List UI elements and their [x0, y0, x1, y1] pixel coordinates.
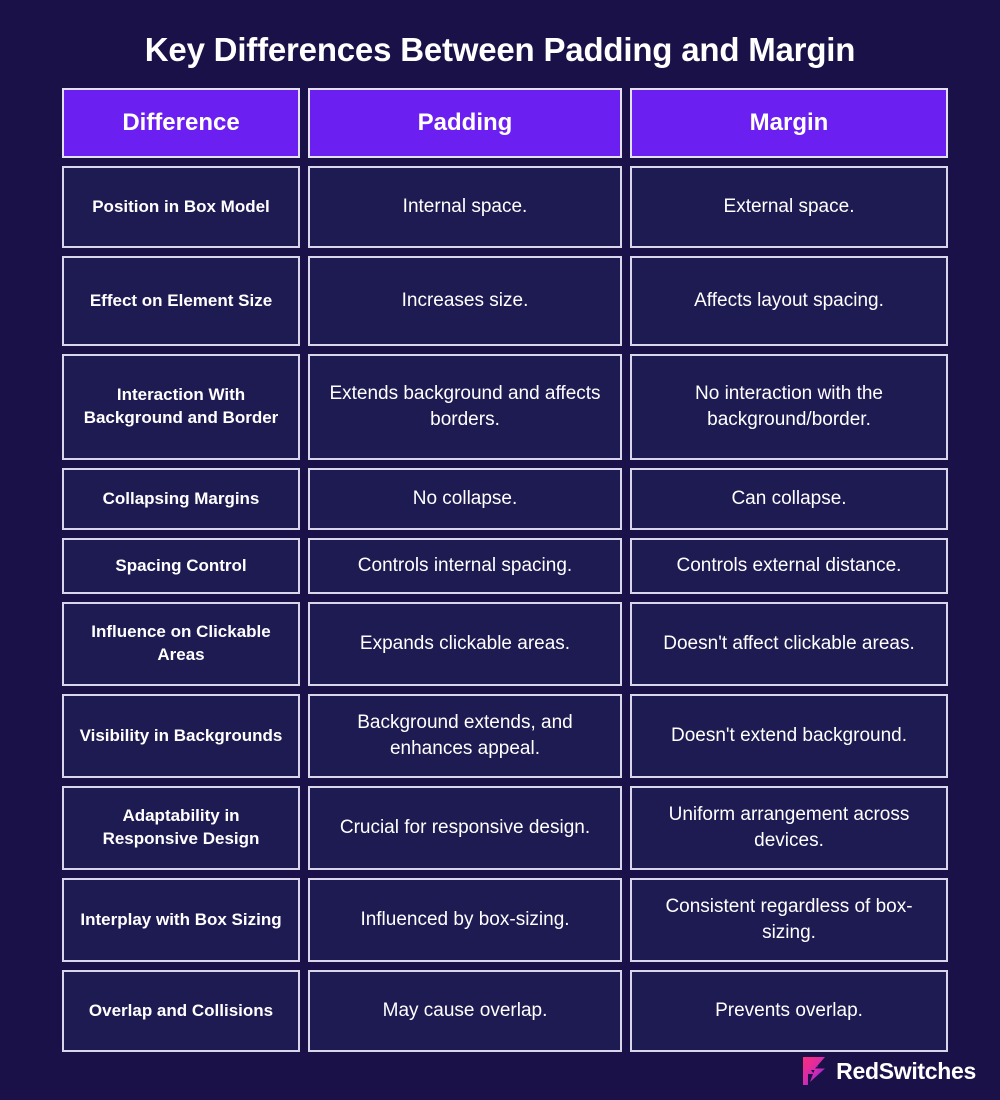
cell-difference: Overlap and Collisions — [62, 970, 300, 1052]
cell-margin: Doesn't extend background. — [630, 694, 948, 778]
cell-margin: Affects layout spacing. — [630, 256, 948, 346]
cell-difference: Visibility in Backgrounds — [62, 694, 300, 778]
redswitches-logo-icon — [803, 1057, 826, 1085]
cell-padding: Crucial for responsive design. — [308, 786, 622, 870]
table-row: Influence on Clickable Areas Expands cli… — [62, 602, 948, 686]
cell-padding: May cause overlap. — [308, 970, 622, 1052]
table-header-row: Difference Padding Margin — [62, 88, 948, 158]
cell-difference: Collapsing Margins — [62, 468, 300, 530]
cell-margin: Consistent regardless of box-sizing. — [630, 878, 948, 962]
table-row: Overlap and Collisions May cause overlap… — [62, 970, 948, 1052]
cell-difference: Interaction With Background and Border — [62, 354, 300, 460]
table-row: Adaptability in Responsive Design Crucia… — [62, 786, 948, 870]
table-row: Collapsing Margins No collapse. Can coll… — [62, 468, 948, 530]
cell-margin: Uniform arrangement across devices. — [630, 786, 948, 870]
brand-footer: RedSwitches — [801, 1056, 976, 1086]
cell-padding: Internal space. — [308, 166, 622, 248]
cell-padding: Controls internal spacing. — [308, 538, 622, 594]
cell-difference: Influence on Clickable Areas — [62, 602, 300, 686]
cell-padding: Increases size. — [308, 256, 622, 346]
page-title: Key Differences Between Padding and Marg… — [144, 31, 856, 68]
cell-difference: Interplay with Box Sizing — [62, 878, 300, 962]
header-cell-padding: Padding — [308, 88, 622, 158]
cell-difference: Effect on Element Size — [62, 256, 300, 346]
cell-padding: Extends background and affects borders. — [308, 354, 622, 460]
brand-name: RedSwitches — [836, 1057, 976, 1084]
infographic-page: Key Differences Between Padding and Marg… — [0, 0, 1000, 1100]
table-row: Interplay with Box Sizing Influenced by … — [62, 878, 948, 962]
cell-padding: Background extends, and enhances appeal. — [308, 694, 622, 778]
cell-margin: External space. — [630, 166, 948, 248]
cell-difference: Adaptability in Responsive Design — [62, 786, 300, 870]
cell-margin: Doesn't affect clickable areas. — [630, 602, 948, 686]
table-row: Interaction With Background and Border E… — [62, 354, 948, 460]
cell-difference: Position in Box Model — [62, 166, 300, 248]
cell-difference: Spacing Control — [62, 538, 300, 594]
table-row: Visibility in Backgrounds Background ext… — [62, 694, 948, 778]
cell-padding: Influenced by box-sizing. — [308, 878, 622, 962]
header-cell-difference: Difference — [62, 88, 300, 158]
cell-margin: Prevents overlap. — [630, 970, 948, 1052]
header-cell-margin: Margin — [630, 88, 948, 158]
table-row: Position in Box Model Internal space. Ex… — [62, 166, 948, 248]
cell-padding: No collapse. — [308, 468, 622, 530]
cell-padding: Expands clickable areas. — [308, 602, 622, 686]
table-row: Effect on Element Size Increases size. A… — [62, 256, 948, 346]
comparison-table: Difference Padding Margin Position in Bo… — [62, 88, 948, 1052]
cell-margin: Controls external distance. — [630, 538, 948, 594]
cell-margin: No interaction with the background/borde… — [630, 354, 948, 460]
table-row: Spacing Control Controls internal spacin… — [62, 538, 948, 594]
cell-margin: Can collapse. — [630, 468, 948, 530]
